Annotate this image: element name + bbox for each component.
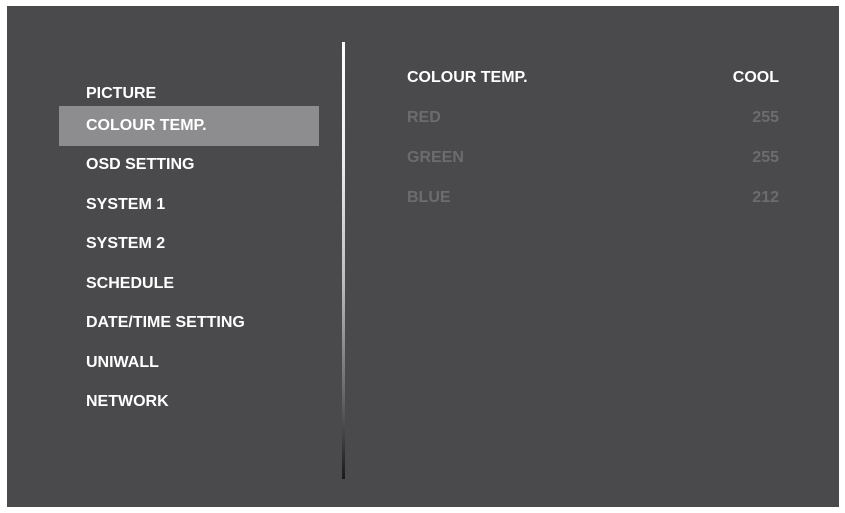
menu-item-label: SYSTEM 1 [86, 195, 166, 213]
menu-item-osd-setting[interactable]: OSD SETTING [59, 146, 319, 186]
menu-item-date-time-setting[interactable]: DATE/TIME SETTING [59, 304, 319, 344]
setting-label: RED [407, 109, 441, 126]
menu-item-label: SCHEDULE [86, 274, 175, 292]
colour-temp-panel: COLOUR TEMP. COOL RED 255 GREEN 255 BLUE… [407, 58, 779, 218]
menu-item-system-2[interactable]: SYSTEM 2 [59, 225, 319, 265]
setting-value: 255 [752, 149, 779, 166]
setting-label: BLUE [407, 189, 451, 206]
menu-item-label: NETWORK [86, 393, 169, 411]
menu-divider [342, 42, 345, 479]
setting-row-blue: BLUE 212 [407, 178, 779, 218]
setting-label: COLOUR TEMP. [407, 69, 528, 86]
menu-item-system-1[interactable]: SYSTEM 1 [59, 185, 319, 225]
menu-item-schedule[interactable]: SCHEDULE [59, 264, 319, 304]
setting-row-colour-temp[interactable]: COLOUR TEMP. COOL [407, 58, 779, 98]
menu-item-label: COLOUR TEMP. [86, 116, 207, 134]
setting-value: COOL [732, 69, 779, 86]
setting-value: 212 [752, 189, 779, 206]
setting-row-red: RED 255 [407, 98, 779, 138]
menu-item-network[interactable]: NETWORK [59, 383, 319, 423]
setting-value: 255 [752, 109, 779, 126]
menu-item-label: UNIWALL [86, 353, 159, 371]
menu-item-label: SYSTEM 2 [86, 235, 166, 253]
menu-item-picture[interactable]: PICTURE [59, 81, 319, 107]
setting-row-green: GREEN 255 [407, 138, 779, 178]
menu-item-colour-temp[interactable]: COLOUR TEMP. [59, 106, 319, 146]
setting-label: GREEN [407, 149, 464, 166]
menu-item-label: OSD SETTING [86, 156, 195, 174]
menu-item-label: DATE/TIME SETTING [86, 314, 245, 332]
osd-screen: PICTURE COLOUR TEMP. OSD SETTING SYSTEM … [7, 6, 839, 507]
menu-item-uniwall[interactable]: UNIWALL [59, 343, 319, 383]
menu-item-label: PICTURE [86, 85, 157, 102]
